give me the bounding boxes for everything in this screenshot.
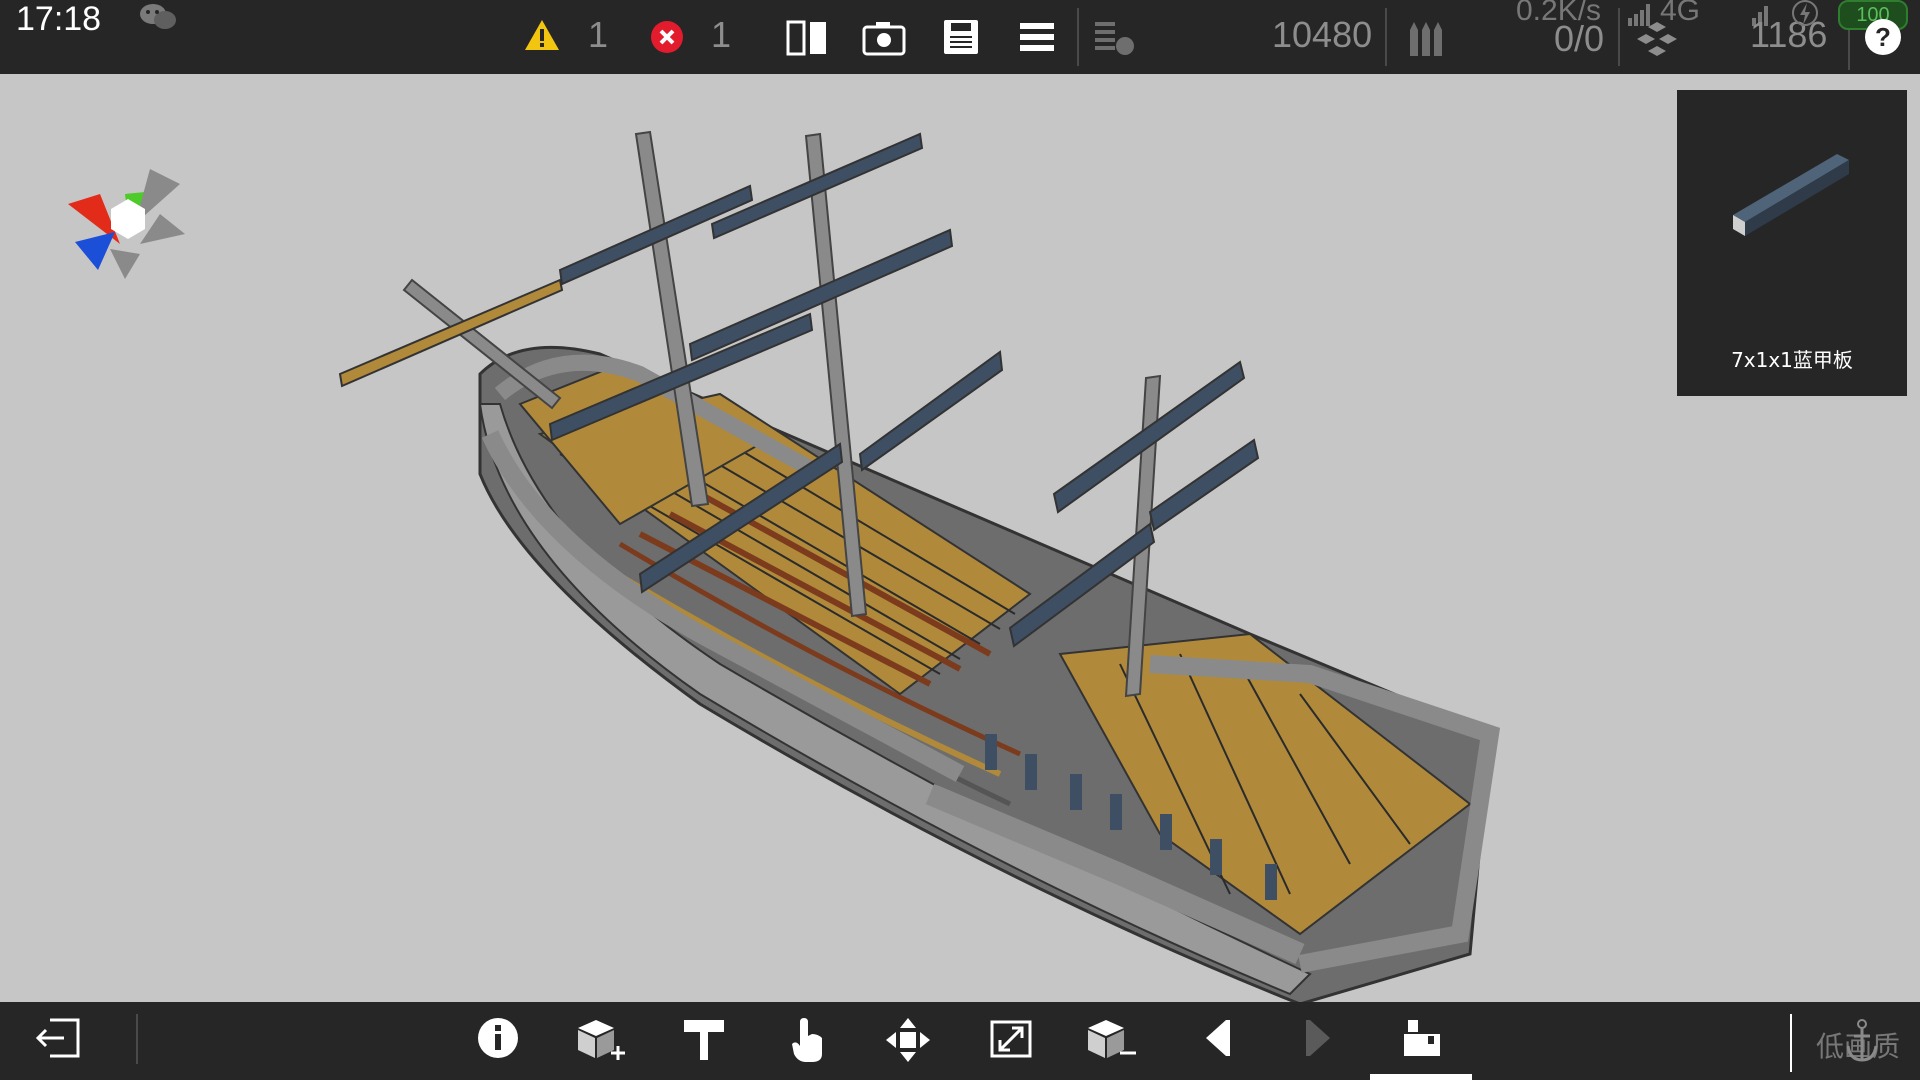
error-icon[interactable] [650,20,684,54]
active-tab-indicator [1370,1074,1472,1080]
ship-viewport[interactable] [0,74,1920,1002]
build-icon[interactable] [1400,1016,1444,1065]
warning-count: 1 [588,14,609,55]
move-icon[interactable] [884,1016,932,1069]
bottom-toolbar [0,1002,1920,1080]
exit-icon[interactable] [34,1016,82,1065]
ammo-icon [1406,18,1450,58]
hand-icon[interactable] [788,1016,828,1069]
status-time: 17:18 [16,0,102,38]
mirror-icon[interactable] [786,18,828,58]
info-icon[interactable] [476,1016,520,1065]
menu-icon[interactable] [1018,20,1056,54]
ratio-value: 0/0 [1554,18,1605,59]
network-type: 4G [1660,0,1701,27]
block-count: 10480 [1272,14,1373,55]
warning-icon[interactable] [523,18,561,52]
paint-icon[interactable] [682,1016,726,1067]
scale-icon[interactable] [988,1016,1034,1067]
blue-deck-block-icon [1733,154,1849,236]
save-icon[interactable] [942,18,980,56]
help-icon[interactable]: ? [1864,18,1902,56]
wechat-icon [138,2,178,32]
redo-icon[interactable] [1302,1016,1336,1065]
remove-block-icon[interactable] [1086,1016,1138,1067]
charging-icon [1790,0,1820,35]
camera-icon[interactable] [862,20,906,56]
layers-icon[interactable] [1093,20,1137,58]
error-count: 1 [711,14,732,55]
svg-text:?: ? [1875,22,1891,52]
selected-part-name: 7x1x1蓝甲板 [1731,348,1853,372]
add-block-icon[interactable] [576,1016,628,1067]
ship-hull [478,345,1501,1002]
axis-gizmo-icon[interactable] [68,169,185,279]
selected-part-panel[interactable]: 7x1x1蓝甲板 [1677,90,1907,396]
anchor-icon[interactable] [1840,1018,1884,1069]
undo-icon[interactable] [1200,1016,1234,1065]
